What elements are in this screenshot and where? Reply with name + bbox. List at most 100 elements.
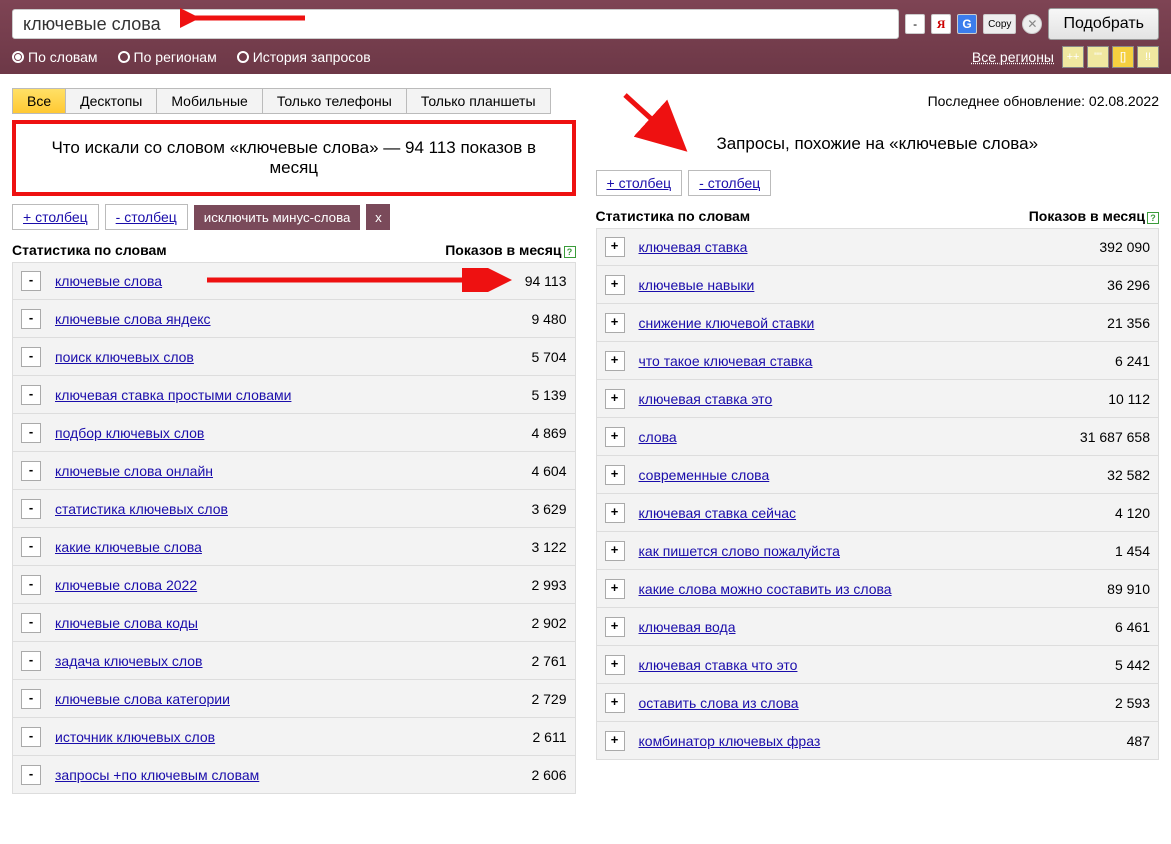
right-row-toggle[interactable]: +: [605, 503, 625, 523]
keyword-link[interactable]: поиск ключевых слов: [55, 349, 194, 365]
left-row-toggle[interactable]: -: [21, 347, 41, 367]
table-row: -ключевые слова онлайн4 604: [12, 452, 576, 490]
keyword-link[interactable]: ключевая ставка это: [639, 391, 773, 407]
keyword-link[interactable]: ключевая ставка простыми словами: [55, 387, 291, 403]
right-row-toggle[interactable]: +: [605, 693, 625, 713]
right-row-toggle[interactable]: +: [605, 465, 625, 485]
tab-tablets[interactable]: Только планшеты: [407, 89, 550, 113]
submit-button[interactable]: Подобрать: [1048, 8, 1159, 40]
mod-plus-plus[interactable]: ++: [1062, 46, 1084, 68]
google-icon[interactable]: G: [957, 14, 977, 34]
keyword-link[interactable]: статистика ключевых слов: [55, 501, 228, 517]
keyword-link[interactable]: ключевая вода: [639, 619, 736, 635]
right-row-toggle[interactable]: +: [605, 427, 625, 447]
help-icon[interactable]: ?: [564, 246, 576, 258]
right-row-toggle[interactable]: +: [605, 237, 625, 257]
left-row-toggle[interactable]: -: [21, 385, 41, 405]
keyword-link[interactable]: запросы +по ключевым словам: [55, 767, 259, 783]
keyword-link[interactable]: слова: [639, 429, 677, 445]
right-row-toggle[interactable]: +: [605, 351, 625, 371]
table-row: +ключевая ставка это10 112: [596, 380, 1160, 418]
add-column-button[interactable]: + столбец: [596, 170, 683, 196]
header-views-label: Показов в месяц?: [1029, 208, 1159, 224]
left-row-toggle[interactable]: -: [21, 537, 41, 557]
keyword-link[interactable]: источник ключевых слов: [55, 729, 215, 745]
left-row-toggle[interactable]: -: [21, 727, 41, 747]
tab-desktops[interactable]: Десктопы: [66, 89, 157, 113]
keyword-link[interactable]: ключевая ставка: [639, 239, 748, 255]
left-row-toggle[interactable]: -: [21, 765, 41, 785]
exclude-minus-words-button[interactable]: исключить минус-слова: [194, 205, 361, 230]
remove-column-button[interactable]: - столбец: [105, 204, 188, 230]
last-update: Последнее обновление: 02.08.2022: [928, 93, 1159, 109]
left-row-toggle[interactable]: -: [21, 575, 41, 595]
keyword-link[interactable]: ключевые слова яндекс: [55, 311, 211, 327]
copy-button[interactable]: Copy: [983, 14, 1016, 34]
right-row-toggle[interactable]: +: [605, 275, 625, 295]
radio-by-regions[interactable]: По регионам: [118, 49, 217, 65]
keyword-link[interactable]: ключевая ставка сейчас: [639, 505, 797, 521]
keyword-link[interactable]: снижение ключевой ставки: [639, 315, 815, 331]
left-row-toggle[interactable]: -: [21, 499, 41, 519]
radio-by-words[interactable]: По словам: [12, 49, 98, 65]
keyword-link[interactable]: комбинатор ключевых фраз: [639, 733, 821, 749]
keyword-link[interactable]: что такое ключевая ставка: [639, 353, 813, 369]
keyword-link[interactable]: какие ключевые слова: [55, 539, 202, 555]
mod-brackets[interactable]: []: [1112, 46, 1134, 68]
regions-link[interactable]: Все регионы: [972, 49, 1054, 65]
mod-quotes[interactable]: "": [1087, 46, 1109, 68]
keyword-link[interactable]: ключевые слова 2022: [55, 577, 197, 593]
keyword-link[interactable]: ключевые навыки: [639, 277, 755, 293]
clear-icon[interactable]: ✕: [1022, 14, 1042, 34]
left-row-toggle[interactable]: -: [21, 309, 41, 329]
right-row-toggle[interactable]: +: [605, 655, 625, 675]
tab-phones[interactable]: Только телефоны: [263, 89, 407, 113]
right-row-toggle[interactable]: +: [605, 389, 625, 409]
keyword-link[interactable]: ключевые слова онлайн: [55, 463, 213, 479]
table-row: +слова31 687 658: [596, 418, 1160, 456]
left-row-toggle[interactable]: -: [21, 613, 41, 633]
minus-button[interactable]: -: [905, 14, 925, 34]
yandex-icon[interactable]: Я: [931, 14, 951, 34]
right-row-toggle[interactable]: +: [605, 541, 625, 561]
keyword-link[interactable]: ключевая ставка что это: [639, 657, 798, 673]
table-row: -ключевые слова категории2 729: [12, 680, 576, 718]
add-column-button[interactable]: + столбец: [12, 204, 99, 230]
left-row-toggle[interactable]: -: [21, 271, 41, 291]
search-input[interactable]: [12, 9, 899, 39]
right-row-toggle[interactable]: +: [605, 617, 625, 637]
left-row-toggle[interactable]: -: [21, 461, 41, 481]
left-row-toggle[interactable]: -: [21, 423, 41, 443]
keyword-link[interactable]: задача ключевых слов: [55, 653, 203, 669]
table-row: -ключевые слова 20222 993: [12, 566, 576, 604]
keyword-link[interactable]: современные слова: [639, 467, 770, 483]
keyword-link[interactable]: ключевые слова: [55, 273, 162, 289]
views-value: 4 869: [531, 425, 566, 441]
right-row-toggle[interactable]: +: [605, 313, 625, 333]
right-row-toggle[interactable]: +: [605, 579, 625, 599]
radio-dot-icon: [118, 51, 130, 63]
tab-all[interactable]: Все: [13, 89, 66, 113]
close-exclude-button[interactable]: x: [366, 204, 390, 230]
right-title: Запросы, похожие на «ключевые слова»: [596, 120, 1160, 162]
keyword-link[interactable]: ключевые слова коды: [55, 615, 198, 631]
keyword-link[interactable]: ключевые слова категории: [55, 691, 230, 707]
help-icon[interactable]: ?: [1147, 212, 1159, 224]
table-row: +современные слова32 582: [596, 456, 1160, 494]
left-row-toggle[interactable]: -: [21, 651, 41, 671]
header-views-label: Показов в месяц?: [445, 242, 575, 258]
radio-history[interactable]: История запросов: [237, 49, 371, 65]
table-row: +оставить слова из слова2 593: [596, 684, 1160, 722]
right-row-toggle[interactable]: +: [605, 731, 625, 751]
left-row-toggle[interactable]: -: [21, 689, 41, 709]
keyword-link[interactable]: как пишется слово пожалуйста: [639, 543, 840, 559]
remove-column-button[interactable]: - столбец: [688, 170, 771, 196]
views-value: 5 442: [1115, 657, 1150, 673]
tab-mobile[interactable]: Мобильные: [157, 89, 263, 113]
table-row: -поиск ключевых слов5 704: [12, 338, 576, 376]
keyword-link[interactable]: подбор ключевых слов: [55, 425, 204, 441]
mod-bang[interactable]: !!: [1137, 46, 1159, 68]
table-row: -ключевые слова яндекс9 480: [12, 300, 576, 338]
keyword-link[interactable]: какие слова можно составить из слова: [639, 581, 892, 597]
keyword-link[interactable]: оставить слова из слова: [639, 695, 799, 711]
